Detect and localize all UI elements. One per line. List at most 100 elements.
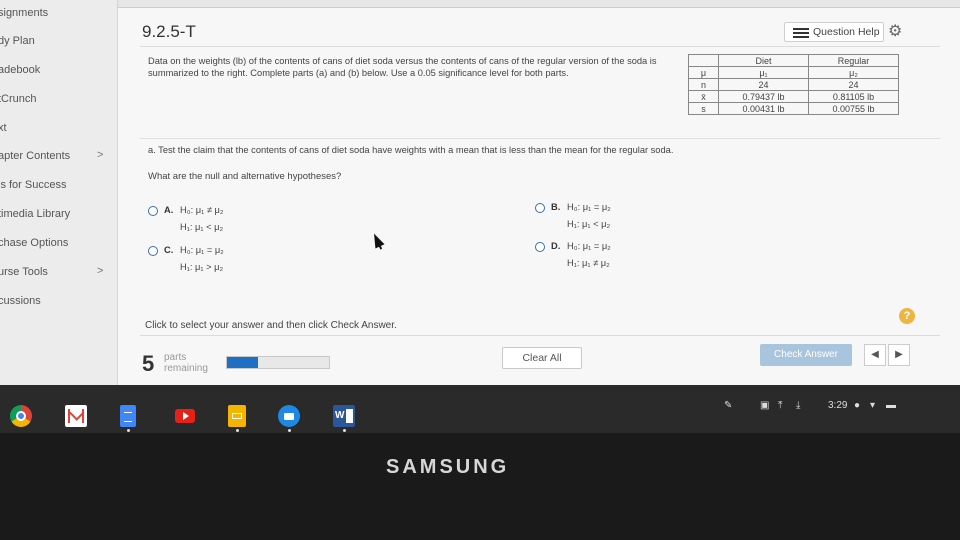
- table-header-cell: [688, 54, 719, 67]
- previous-question-button[interactable]: ◀: [864, 344, 886, 366]
- sidebar-item-gradebook[interactable]: adebook: [0, 61, 118, 81]
- question-help-label: Question Help: [813, 26, 880, 38]
- sidebar-item-label: tCrunch: [0, 93, 37, 105]
- part-a-text: a. Test the claim that the contents of c…: [148, 145, 674, 155]
- table-cell: 24: [718, 78, 809, 91]
- running-indicator: [288, 429, 291, 432]
- sidebar-item-label: cussions: [0, 295, 41, 307]
- sidebar-item-label: dy Plan: [0, 35, 35, 47]
- notification-icon[interactable]: ▣: [760, 400, 769, 411]
- wifi-icon: ●: [854, 400, 861, 411]
- help-circle-icon[interactable]: ?: [899, 308, 915, 324]
- table-header-cell: Regular: [808, 54, 899, 67]
- question-text: What are the null and alternative hypoth…: [148, 171, 342, 182]
- radio-button[interactable]: [535, 203, 545, 213]
- youtube-icon[interactable]: [175, 409, 195, 423]
- radio-button[interactable]: [148, 246, 158, 256]
- table-cell: μ: [688, 66, 719, 79]
- check-answer-button[interactable]: Check Answer: [760, 344, 852, 366]
- running-indicator: [343, 429, 346, 432]
- system-tray[interactable]: ✎ ▣ ⤒ ⤓ 3:29 ● ▾ ▬: [720, 400, 930, 418]
- table-cell: 0.81105 lb: [808, 90, 899, 103]
- stats-table: Diet Regular μ μ₁ μ₂ n 24 24 x̄ 0.79437 …: [688, 54, 899, 115]
- null-hypothesis: H₀: μ₁ = μ₂: [180, 245, 224, 255]
- sidebar-item-study-plan[interactable]: dy Plan: [0, 32, 118, 52]
- radio-button[interactable]: [148, 206, 158, 216]
- table-header-row: Diet Regular: [688, 54, 899, 67]
- files-icon[interactable]: [278, 405, 300, 427]
- divider: [140, 335, 940, 336]
- table-cell: 0.00755 lb: [808, 102, 899, 115]
- sidebar-item-statcrunch[interactable]: tCrunch: [0, 90, 118, 110]
- sidebar-item-label: adebook: [0, 64, 41, 76]
- running-indicator: [127, 429, 130, 432]
- progress-bar: [226, 356, 330, 369]
- table-row: x̄ 0.79437 lb 0.81105 lb: [688, 90, 899, 103]
- sidebar-item-label: timedia Library: [0, 208, 71, 220]
- brand-logo: SAMSUNG: [386, 456, 510, 478]
- gear-icon[interactable]: ⚙: [888, 21, 902, 41]
- table-cell: 24: [808, 78, 899, 91]
- table-cell: x̄: [688, 90, 719, 103]
- table-cell: n: [688, 78, 719, 91]
- sidebar-item-discussions[interactable]: cussions: [0, 292, 118, 312]
- progress-fill: [227, 357, 258, 368]
- sidebar-item-multimedia-library[interactable]: timedia Library: [0, 205, 118, 225]
- sidebar-item-label: signments: [0, 7, 49, 19]
- problem-statement: Data on the weights (lb) of the contents…: [148, 56, 657, 78]
- docs-icon[interactable]: [120, 405, 136, 427]
- sidebar-item-label: ls for Success: [0, 179, 67, 191]
- parts-label-line: remaining: [164, 363, 208, 374]
- question-panel: 9.2.5-T Question Help ⚙ Data on the weig…: [118, 8, 960, 385]
- gmail-icon[interactable]: [65, 405, 87, 427]
- pen-icon[interactable]: ✎: [724, 400, 732, 411]
- slides-icon[interactable]: [228, 405, 246, 427]
- signal-icon: ▾: [870, 400, 876, 411]
- radio-button[interactable]: [535, 242, 545, 252]
- sidebar-item-course-tools[interactable]: urse Tools >: [0, 263, 118, 283]
- clear-all-button[interactable]: Clear All: [502, 347, 582, 369]
- divider: [140, 138, 940, 139]
- chrome-icon[interactable]: [10, 405, 32, 427]
- sidebar-item-etext[interactable]: xt: [0, 119, 118, 139]
- alternative-hypothesis: H₁: μ₁ < μ₂: [567, 219, 611, 229]
- option-letter: A.: [164, 205, 174, 215]
- screen: signments dy Plan adebook tCrunch xt apt…: [0, 0, 960, 385]
- mouse-cursor-icon: [369, 231, 385, 249]
- sidebar-item-chapter-contents[interactable]: apter Contents >: [0, 147, 118, 167]
- table-cell: 0.00431 lb: [718, 102, 809, 115]
- battery-icon: ▬: [886, 400, 896, 411]
- upload-icon[interactable]: ⤒: [778, 400, 782, 411]
- next-question-button[interactable]: ▶: [888, 344, 910, 366]
- download-icon[interactable]: ⤓: [796, 400, 800, 411]
- sidebar-item-label: urse Tools: [0, 266, 48, 278]
- sidebar-item-purchase-options[interactable]: chase Options: [0, 234, 118, 254]
- null-hypothesis: H₀: μ₁ = μ₂: [567, 241, 611, 251]
- clock: 3:29: [828, 400, 848, 411]
- table-cell: μ₂: [808, 66, 899, 79]
- divider: [140, 46, 940, 47]
- question-help-button[interactable]: Question Help: [784, 22, 884, 42]
- option-letter: B.: [551, 202, 561, 212]
- list-icon: [793, 28, 809, 38]
- sidebar-item-label: chase Options: [0, 237, 69, 249]
- parts-label-line: parts: [164, 352, 187, 363]
- top-bar: [0, 0, 960, 8]
- sidebar: signments dy Plan adebook tCrunch xt apt…: [0, 0, 118, 385]
- word-icon[interactable]: W: [333, 405, 355, 427]
- null-hypothesis: H₀: μ₁ = μ₂: [567, 202, 611, 212]
- table-row: μ μ₁ μ₂: [688, 66, 899, 79]
- table-row: s 0.00431 lb 0.00755 lb: [688, 102, 899, 115]
- sidebar-item-tools-for-success[interactable]: ls for Success: [0, 176, 118, 196]
- sidebar-item-label: xt: [0, 122, 7, 134]
- null-hypothesis: H₀: μ₁ ≠ μ₂: [180, 205, 224, 215]
- option-letter: C.: [164, 245, 174, 255]
- alternative-hypothesis: H₁: μ₁ > μ₂: [180, 262, 224, 272]
- sidebar-item-assignments[interactable]: signments: [0, 4, 118, 24]
- table-cell: s: [688, 102, 719, 115]
- chevron-right-icon: >: [97, 149, 104, 161]
- table-header-cell: Diet: [718, 54, 809, 67]
- running-indicator: [236, 429, 239, 432]
- parts-remaining-count: 5: [142, 351, 155, 376]
- table-row: n 24 24: [688, 78, 899, 91]
